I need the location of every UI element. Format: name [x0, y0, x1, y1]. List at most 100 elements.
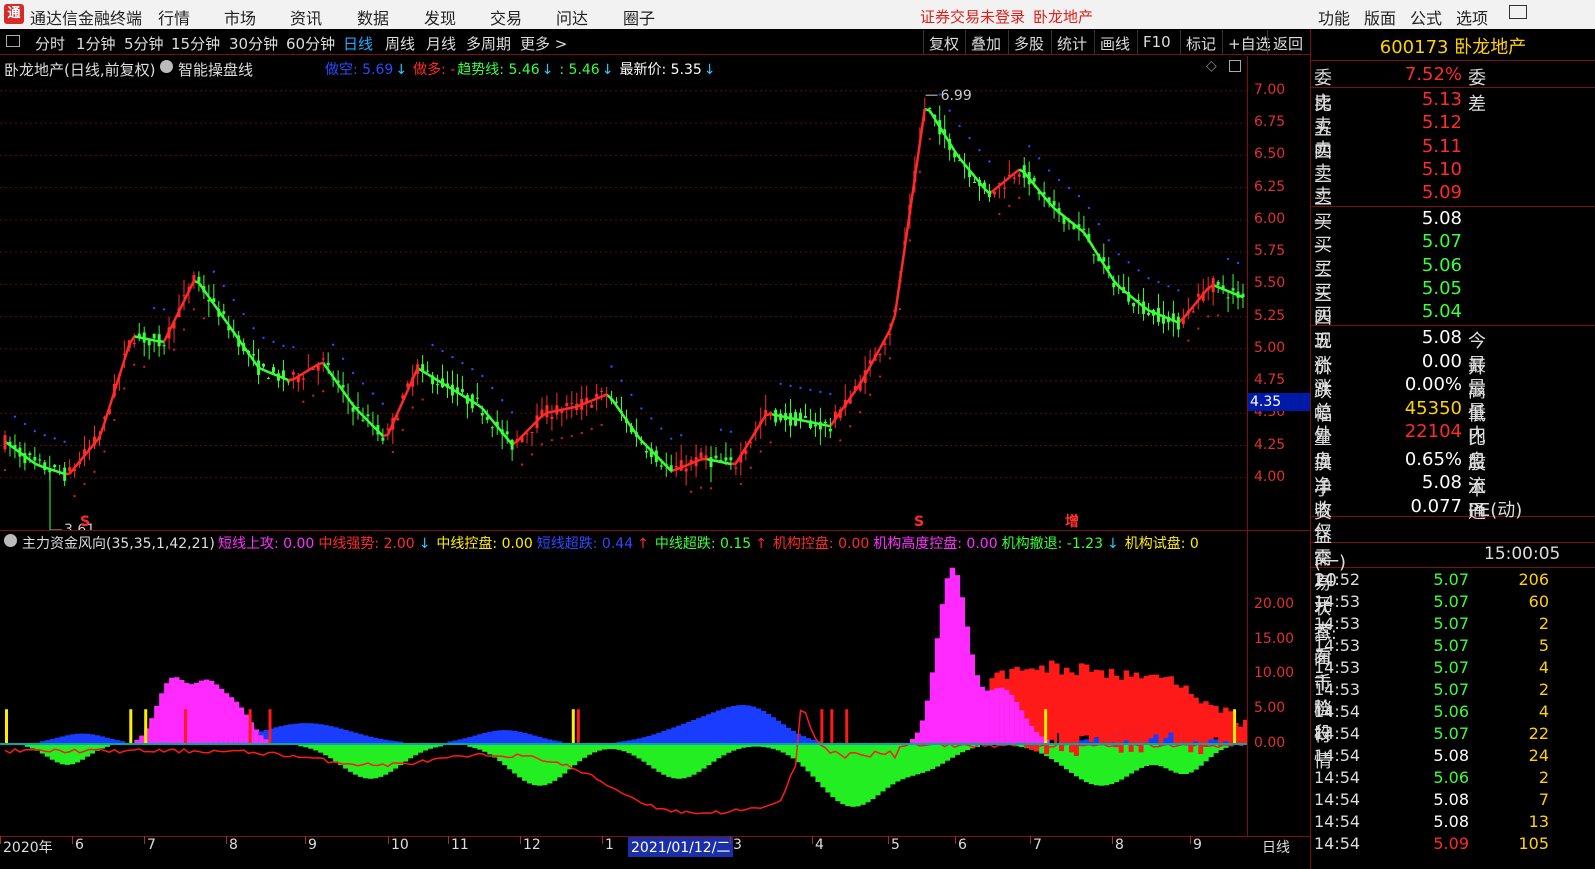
candlestick — [1092, 254, 1096, 264]
panel-toggle-icon[interactable] — [6, 35, 20, 47]
candlestick — [237, 330, 241, 356]
row-value: 5.08 — [1421, 327, 1462, 348]
candlestick — [1062, 215, 1066, 232]
adjust-button[interactable]: 复权 — [923, 30, 964, 54]
menu-item-news[interactable]: 资讯 — [290, 5, 322, 29]
candlestick — [495, 410, 499, 435]
candlestick — [13, 434, 17, 459]
candlestick — [142, 326, 146, 357]
tick-price: 5.07 — [1433, 570, 1469, 589]
tick-price: 5.07 — [1433, 614, 1469, 633]
tick-price: 5.07 — [1433, 680, 1469, 699]
row-value: 5.07 — [1421, 231, 1462, 253]
axis-tick — [144, 836, 145, 844]
candlestick — [247, 349, 251, 367]
candlestick — [1181, 308, 1185, 328]
tick-volume: 4 — [1538, 658, 1549, 677]
axis-tick — [812, 836, 813, 844]
menu-item-ask[interactable]: 问达 — [556, 5, 588, 29]
expand-icon[interactable]: ◇ — [1206, 58, 1217, 74]
sub-chart-panel[interactable]: 主力资金风向(35,35,1,42,21) 短线上攻: 0.00 中线强势: 2.… — [0, 530, 1310, 837]
time-label: 7 — [1033, 837, 1042, 853]
window-icon[interactable] — [1229, 60, 1241, 72]
candlestick — [510, 438, 514, 461]
tick-time: 14:54 — [1314, 768, 1361, 787]
menu-item-data[interactable]: 数据 — [357, 5, 389, 29]
row-value: 5.10 — [1421, 158, 1462, 180]
menu-options[interactable]: 选项 — [1456, 5, 1488, 29]
fund-flow-bars — [5, 567, 1247, 807]
time-label: 6 — [75, 837, 84, 853]
stock-header[interactable]: 600173 卧龙地产 — [1311, 29, 1595, 61]
candlestick — [391, 413, 395, 444]
axis-tick — [1190, 836, 1191, 844]
candlestick-chart[interactable]: 6.993.61SS增 — [0, 56, 1247, 530]
candlestick — [1161, 301, 1165, 334]
menu-formula[interactable]: 公式 — [1410, 5, 1442, 29]
candlestick — [654, 446, 658, 467]
menu-layout[interactable]: 版面 — [1364, 5, 1396, 29]
title-bar: 通 通达信金融终端 行情 市场 资讯 数据 发现 交易 问达 圈子 证券交易未登… — [0, 0, 1595, 29]
candlestick — [968, 162, 972, 188]
candlestick — [1196, 283, 1200, 310]
period-daily[interactable]: 日线 — [343, 33, 373, 54]
candlestick — [674, 452, 678, 477]
tick-price: 5.06 — [1433, 702, 1469, 721]
mark-button[interactable]: 标记 — [1180, 30, 1221, 54]
draw-line-button[interactable]: 画线 — [1094, 30, 1135, 54]
candlestick — [172, 319, 176, 343]
period-weekly[interactable]: 周线 — [385, 33, 415, 54]
quote-panel: 600173 卧龙地产 委比 7.52% 委差 仅需20元查看千档行情 交易状态… — [1310, 29, 1595, 869]
tick-volume: 7 — [1538, 790, 1549, 809]
multi-stock-button[interactable]: 多股 — [1008, 30, 1049, 54]
login-warning[interactable]: 证券交易未登录 — [920, 6, 1025, 27]
menu-item-trade[interactable]: 交易 — [490, 5, 522, 29]
candlestick — [605, 386, 609, 408]
period-timeshare[interactable]: 分时 — [35, 33, 65, 54]
message-icon[interactable] — [1509, 5, 1527, 19]
menu-function[interactable]: 功能 — [1318, 5, 1350, 29]
back-button[interactable]: 返回 — [1267, 30, 1308, 54]
price-tick: 4.00 — [1254, 468, 1286, 485]
overlay-button[interactable]: 叠加 — [965, 30, 1006, 54]
f10-button[interactable]: F10 — [1137, 30, 1176, 54]
menu-item-markets[interactable]: 市场 — [224, 5, 256, 29]
main-chart-panel[interactable]: 卧龙地产(日线,前复权) 智能操盘线 做空: 5.69 ↓ 做多: - 趋势线: 5.… — [0, 56, 1310, 530]
candlestick — [1127, 276, 1131, 305]
time-label: 3 — [733, 837, 742, 853]
candlestick — [301, 374, 305, 390]
candlestick — [336, 370, 340, 393]
candlestick — [267, 376, 271, 380]
price-tick: 5.00 — [1254, 339, 1286, 356]
fund-flow-chart[interactable] — [0, 531, 1247, 837]
candlestick — [426, 361, 430, 373]
candlestick — [331, 370, 335, 387]
tick-price: 5.06 — [1433, 768, 1469, 787]
period-1min[interactable]: 1分钟 — [76, 33, 116, 54]
menu-item-circle[interactable]: 圈子 — [623, 5, 655, 29]
menu-item-market[interactable]: 行情 — [158, 5, 190, 29]
period-15min[interactable]: 15分钟 — [171, 33, 220, 54]
period-multi[interactable]: 多周期 — [466, 33, 511, 54]
tick-time: 14:53 — [1314, 636, 1361, 655]
candlestick — [167, 316, 171, 350]
period-5min[interactable]: 5分钟 — [124, 33, 164, 54]
period-monthly[interactable]: 月线 — [426, 33, 456, 54]
row-label-2: PE(动) — [1468, 499, 1523, 521]
candlestick — [1077, 211, 1081, 241]
period-more[interactable]: 更多 > — [520, 33, 567, 54]
period-60min[interactable]: 60分钟 — [286, 33, 335, 54]
menu-item-discover[interactable]: 发现 — [424, 5, 456, 29]
tick-volume: 2 — [1538, 768, 1549, 787]
axis-tick — [0, 836, 1, 844]
tick-price: 5.07 — [1433, 592, 1469, 611]
candlestick — [450, 370, 454, 404]
time-label: 9 — [1193, 837, 1202, 853]
tick-price: 5.09 — [1433, 834, 1469, 853]
candlestick — [157, 325, 161, 357]
period-30min[interactable]: 30分钟 — [229, 33, 278, 54]
candlestick — [808, 408, 812, 430]
candlestick — [341, 372, 345, 403]
candlestick — [1241, 283, 1245, 308]
statistics-button[interactable]: 统计 — [1051, 30, 1092, 54]
